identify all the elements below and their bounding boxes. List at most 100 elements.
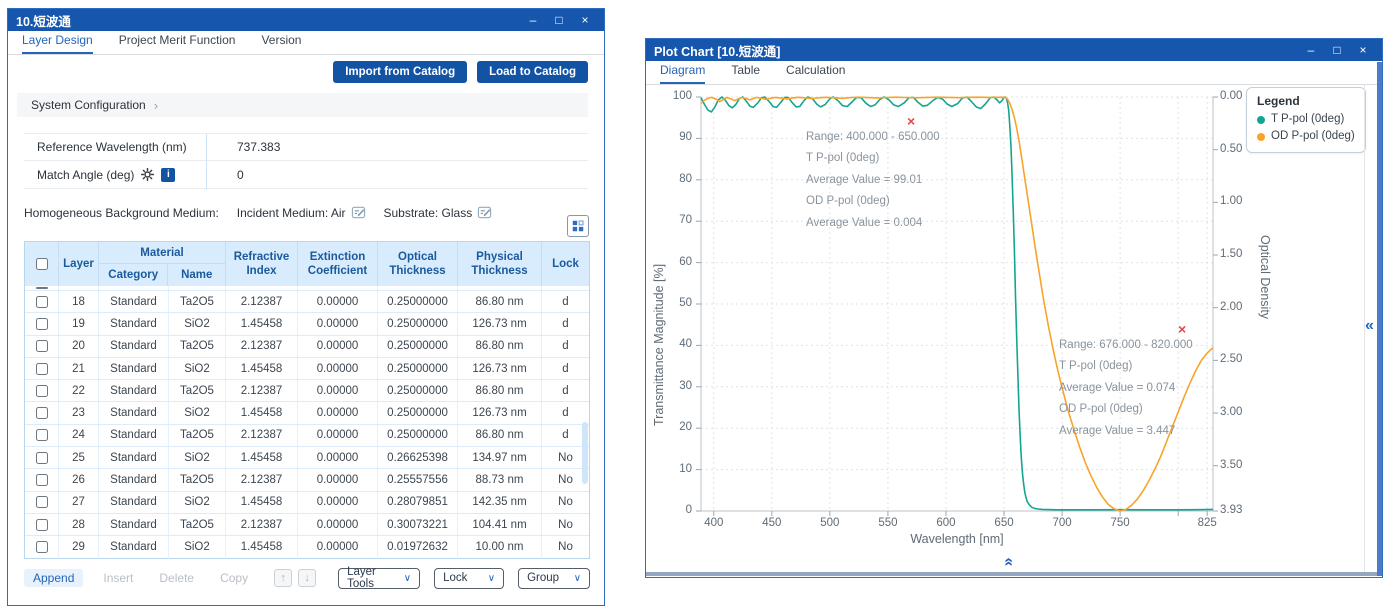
cell-physical[interactable]: 142.35 nm (458, 492, 542, 513)
cell-layer[interactable]: 27 (59, 492, 99, 513)
cell-refractive[interactable]: 1.45458 (226, 313, 298, 334)
cell-lock[interactable]: No (542, 514, 589, 535)
cell-lock[interactable]: d (542, 358, 589, 379)
cell-extinction[interactable]: 0.00000 (298, 492, 378, 513)
layer-tools-dropdown[interactable]: Layer Tools∨ (338, 568, 420, 589)
tab-table[interactable]: Table (731, 63, 760, 84)
cell-name[interactable]: SiO2 (169, 447, 226, 468)
collapse-panel-icon[interactable]: « (1365, 317, 1374, 335)
cell-refractive[interactable]: 2.12387 (226, 425, 298, 446)
cell-category[interactable]: Standard (99, 447, 169, 468)
cell-name[interactable]: Ta2O5 (169, 291, 226, 312)
maximize-button[interactable]: □ (548, 13, 570, 27)
cell-layer[interactable]: 24 (59, 425, 99, 446)
edit-icon[interactable] (477, 205, 492, 220)
table-row[interactable]: 29StandardSiO21.454580.000000.0197263210… (25, 536, 589, 558)
cell-optical[interactable]: 0.25000000 (378, 336, 458, 357)
close-button[interactable]: × (1352, 43, 1374, 57)
row-checkbox[interactable] (36, 385, 48, 397)
cell-name[interactable]: SiO2 (169, 536, 226, 558)
table-row[interactable]: 26StandardTa2O52.123870.000000.255575568… (25, 469, 589, 491)
cell-extinction[interactable]: 0.00000 (298, 402, 378, 423)
cell-name[interactable]: SiO2 (169, 402, 226, 423)
cell-extinction[interactable]: 0.00000 (298, 536, 378, 558)
expand-up-icon[interactable]: « (999, 558, 1017, 567)
cell-optical[interactable]: 0.30073221 (378, 514, 458, 535)
cell-extinction[interactable]: 0.00000 (298, 336, 378, 357)
cell-lock[interactable]: No (542, 492, 589, 513)
cell-physical[interactable]: 126.73 nm (458, 402, 542, 423)
cell-category[interactable]: Standard (99, 380, 169, 401)
cell-optical[interactable]: 0.26625398 (378, 447, 458, 468)
cell-category[interactable]: Standard (99, 514, 169, 535)
reference-wavelength-value[interactable]: 737.383 (206, 140, 588, 154)
cell-physical[interactable]: 134.97 nm (458, 447, 542, 468)
cell-extinction[interactable]: 0.00000 (298, 514, 378, 535)
minimize-button[interactable]: – (522, 13, 544, 27)
cell-layer[interactable]: 25 (59, 447, 99, 468)
cell-physical[interactable]: 88.73 nm (458, 469, 542, 490)
plot-area[interactable]: × Range: 400.000 - 650.000T P-pol (0deg)… (701, 97, 1213, 511)
annotation-close-icon[interactable]: × (1178, 323, 1186, 335)
cell-lock[interactable]: No (542, 536, 589, 558)
cell-layer[interactable]: 28 (59, 514, 99, 535)
cell-layer[interactable]: 19 (59, 313, 99, 334)
import-from-catalog-button[interactable]: Import from Catalog (333, 61, 467, 83)
row-checkbox[interactable] (36, 407, 48, 419)
cell-extinction[interactable]: 0.00000 (298, 380, 378, 401)
table-row[interactable]: 18StandardTa2O52.123870.000000.250000008… (25, 291, 589, 313)
cell-lock[interactable]: d (542, 336, 589, 357)
table-row[interactable]: 25StandardSiO21.454580.000000.2662539813… (25, 447, 589, 469)
table-row[interactable]: 21StandardSiO21.454580.000000.2500000012… (25, 358, 589, 380)
maximize-button[interactable]: □ (1326, 43, 1348, 57)
cell-refractive[interactable]: 1.45458 (226, 492, 298, 513)
cell-optical[interactable]: 0.25000000 (378, 425, 458, 446)
row-checkbox[interactable] (36, 296, 48, 308)
cell-physical[interactable]: 126.73 nm (458, 358, 542, 379)
cell-extinction[interactable]: 0.00000 (298, 358, 378, 379)
row-checkbox[interactable] (36, 340, 48, 352)
row-checkbox[interactable] (36, 318, 48, 330)
cell-layer[interactable]: 21 (59, 358, 99, 379)
cell-optical[interactable]: 0.25000000 (378, 313, 458, 334)
cell-extinction[interactable]: 0.00000 (298, 447, 378, 468)
cell-layer[interactable]: 29 (59, 536, 99, 558)
append-button[interactable]: Append (24, 569, 83, 587)
cell-refractive[interactable]: 2.12387 (226, 469, 298, 490)
tab-diagram[interactable]: Diagram (660, 63, 705, 84)
vertical-scrollbar[interactable] (1377, 62, 1382, 576)
layer-design-titlebar[interactable]: 10.短波通 – □ × (8, 9, 604, 31)
cell-refractive[interactable]: 2.12387 (226, 336, 298, 357)
table-row[interactable]: 28StandardTa2O52.123870.000000.300732211… (25, 514, 589, 536)
table-row[interactable]: 24StandardTa2O52.123870.000000.250000008… (25, 425, 589, 447)
minimize-button[interactable]: – (1300, 43, 1322, 57)
cell-name[interactable]: SiO2 (169, 313, 226, 334)
cell-name[interactable]: Ta2O5 (169, 425, 226, 446)
table-row[interactable]: 19StandardSiO21.454580.000000.2500000012… (25, 313, 589, 335)
tab-project-merit-function[interactable]: Project Merit Function (119, 33, 236, 54)
table-row[interactable]: 22StandardTa2O52.123870.000000.250000008… (25, 380, 589, 402)
cell-layer[interactable]: 22 (59, 380, 99, 401)
row-checkbox[interactable] (36, 496, 48, 508)
cell-category[interactable]: Standard (99, 536, 169, 558)
cell-optical[interactable]: 0.28079851 (378, 492, 458, 513)
cell-refractive[interactable]: 2.12387 (226, 380, 298, 401)
cell-category[interactable]: Standard (99, 313, 169, 334)
row-checkbox[interactable] (36, 363, 48, 375)
cell-name[interactable]: Ta2O5 (169, 469, 226, 490)
cell-layer[interactable]: 23 (59, 402, 99, 423)
system-configuration-header[interactable]: System Configuration › (17, 93, 588, 117)
annotation-close-icon[interactable]: × (907, 115, 915, 127)
cell-layer[interactable]: 18 (59, 291, 99, 312)
tab-layer-design[interactable]: Layer Design (22, 33, 93, 54)
table-row[interactable]: 23StandardSiO21.454580.000000.2500000012… (25, 402, 589, 424)
cell-refractive[interactable]: 2.12387 (226, 514, 298, 535)
cell-category[interactable]: Standard (99, 291, 169, 312)
cell-optical[interactable]: 0.25000000 (378, 380, 458, 401)
cell-physical[interactable]: 86.80 nm (458, 291, 542, 312)
info-icon[interactable]: i (161, 168, 175, 182)
table-row[interactable]: 27StandardSiO21.454580.000000.2807985114… (25, 492, 589, 514)
gear-icon[interactable] (141, 168, 154, 181)
match-angle-value[interactable]: 0 (206, 168, 588, 182)
cell-name[interactable]: Ta2O5 (169, 514, 226, 535)
